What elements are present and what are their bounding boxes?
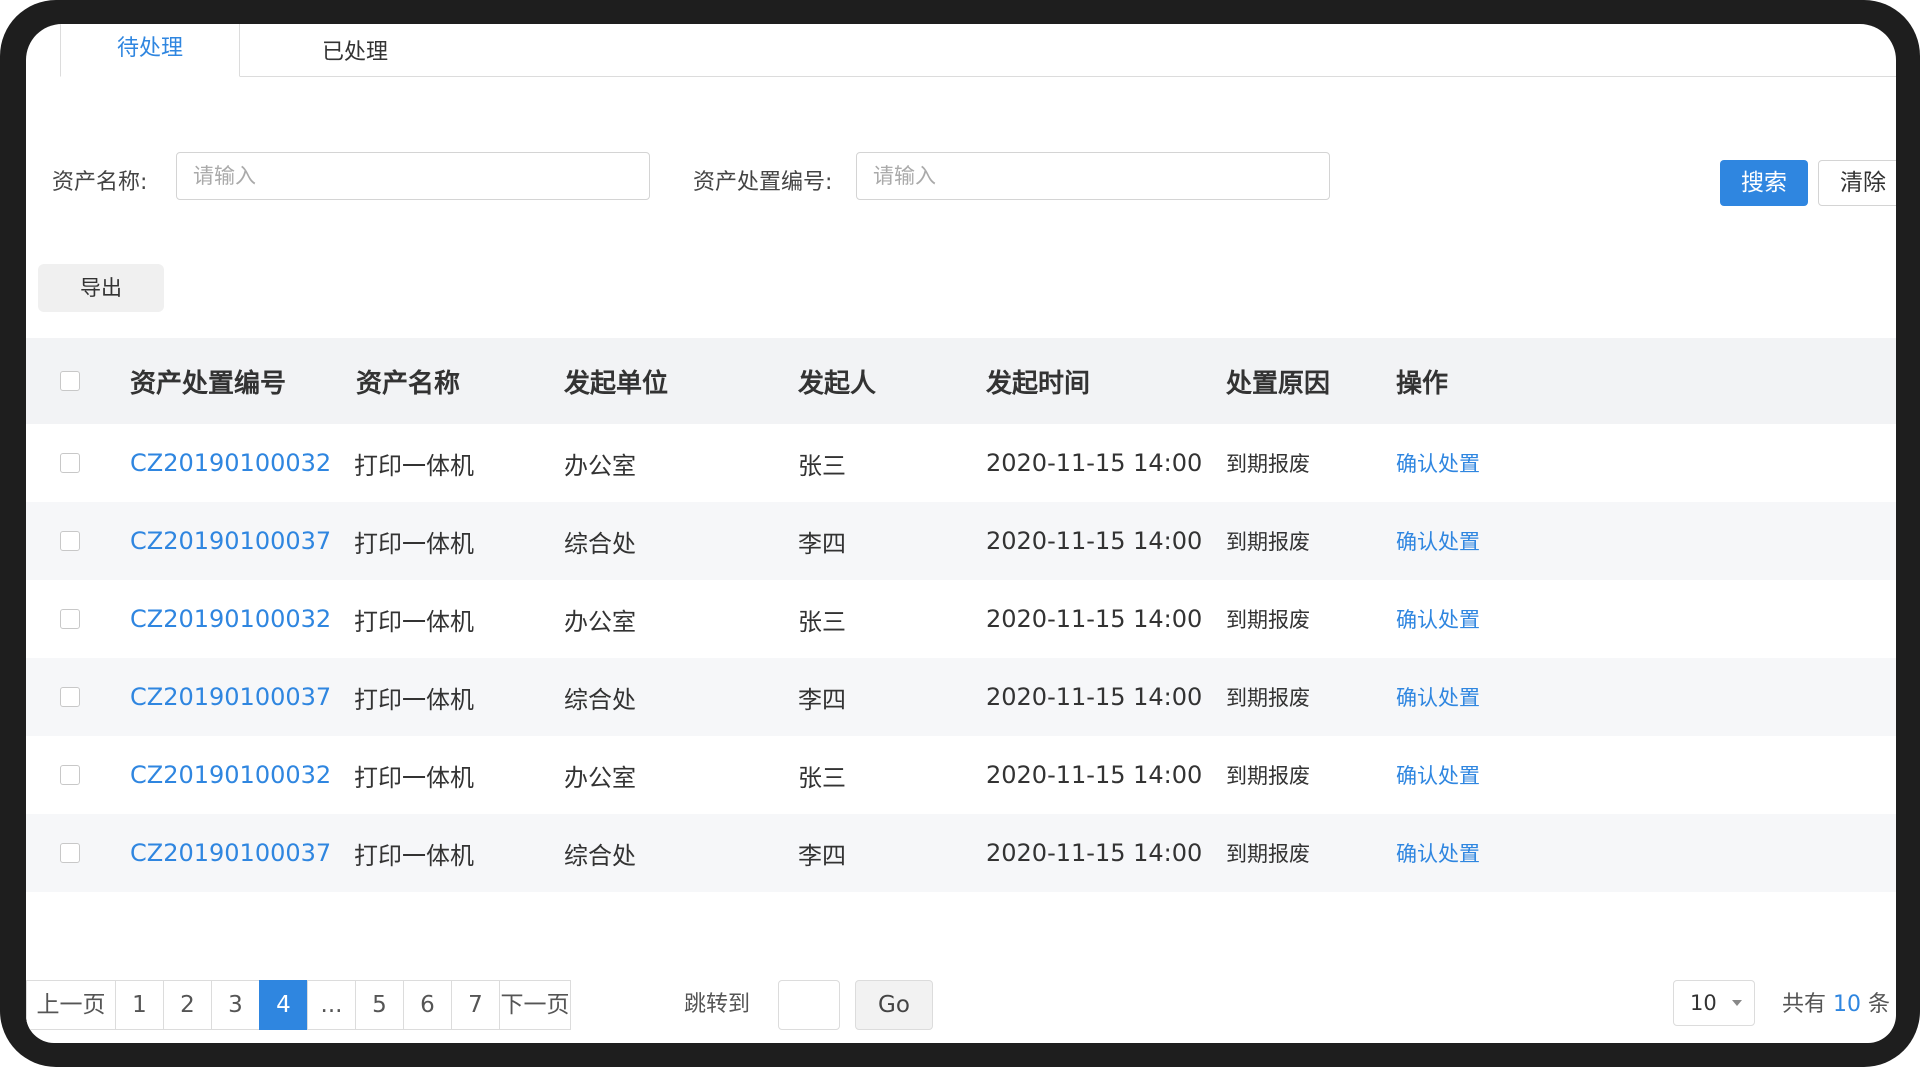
select-all-checkbox[interactable] [60,371,80,391]
unit-cell: 综合处 [564,841,636,870]
column-header-disposal-no: 资产处置编号 [130,368,287,399]
asset-name-cell: 打印一体机 [354,529,474,558]
asset-name-cell: 打印一体机 [354,841,474,870]
unit-cell: 办公室 [564,607,636,636]
table-row: CZ20190100032 打印一体机 办公室 张三 2020-11-15 14… [26,424,1896,502]
clear-button[interactable]: 清除 [1818,160,1896,206]
page-button[interactable]: 5 [355,980,404,1030]
table-row: CZ20190100037 打印一体机 综合处 李四 2020-11-15 14… [26,658,1896,736]
jump-label: 跳转到 [684,992,751,1017]
time-cell: 2020-11-15 14:00 [986,449,1203,477]
column-header-asset-name: 资产名称 [356,368,461,399]
disposal-no-input[interactable]: 请输入 [856,152,1330,200]
page-button-current[interactable]: 4 [259,980,308,1030]
reason-cell: 到期报废 [1226,842,1310,866]
disposal-no-link[interactable]: CZ20190100037 [130,658,331,736]
asset-name-cell: 打印一体机 [354,607,474,636]
total-number: 10 [1833,992,1862,1017]
column-header-unit: 发起单位 [564,368,669,399]
disposal-no-link[interactable]: CZ20190100032 [130,580,331,658]
next-page-button[interactable]: 下一页 [499,980,571,1030]
disposal-no-link[interactable]: CZ20190100032 [130,424,331,502]
initiator-cell: 张三 [798,763,846,792]
column-header-time: 发起时间 [986,368,1091,399]
unit-cell: 综合处 [564,529,636,558]
page-button[interactable]: 2 [163,980,212,1030]
asset-name-cell: 打印一体机 [354,763,474,792]
page-size-value: 10 [1690,991,1717,1015]
disposal-table: 资产处置编号 资产名称 发起单位 发起人 发起时间 处置原因 操作 CZ2019… [26,338,1896,892]
time-cell: 2020-11-15 14:00 [986,605,1203,633]
confirm-disposal-link[interactable]: 确认处置 [1396,424,1480,502]
go-button[interactable]: Go [855,980,933,1030]
asset-name-cell: 打印一体机 [354,451,474,480]
confirm-disposal-link[interactable]: 确认处置 [1396,580,1480,658]
search-button[interactable]: 搜索 [1720,160,1808,206]
export-button[interactable]: 导出 [38,264,164,312]
prev-page-button[interactable]: 上一页 [26,980,116,1030]
confirm-disposal-link[interactable]: 确认处置 [1396,814,1480,892]
asset-name-label: 资产名称: [52,170,148,195]
reason-cell: 到期报废 [1226,764,1310,788]
row-checkbox[interactable] [60,453,80,473]
tab-processed[interactable]: 已处理 [285,24,425,76]
time-cell: 2020-11-15 14:00 [986,761,1203,789]
device-frame: 待处理 已处理 资产名称: 请输入 资产处置编号: 请输入 搜索 清除 导出 资… [0,0,1920,1067]
row-checkbox[interactable] [60,531,80,551]
table-row: CZ20190100032 打印一体机 办公室 张三 2020-11-15 14… [26,580,1896,658]
time-cell: 2020-11-15 14:00 [986,683,1203,711]
disposal-no-link[interactable]: CZ20190100037 [130,502,331,580]
total-prefix: 共有 [1782,992,1827,1017]
reason-cell: 到期报废 [1226,686,1310,710]
confirm-disposal-link[interactable]: 确认处置 [1396,658,1480,736]
pagination: 上一页 1 2 3 4 ... 5 6 7 下一页 跳转到 Go 10 共有 1… [26,980,1896,1030]
row-checkbox[interactable] [60,687,80,707]
disposal-no-link[interactable]: CZ20190100032 [130,736,331,814]
unit-cell: 办公室 [564,763,636,792]
table-row: CZ20190100032 打印一体机 办公室 张三 2020-11-15 14… [26,736,1896,814]
asset-name-input[interactable]: 请输入 [176,152,650,200]
chevron-down-icon [1732,1000,1742,1006]
reason-cell: 到期报废 [1226,608,1310,632]
column-header-initiator: 发起人 [798,368,877,399]
initiator-cell: 李四 [798,529,846,558]
initiator-cell: 张三 [798,607,846,636]
confirm-disposal-link[interactable]: 确认处置 [1396,502,1480,580]
jump-page-input[interactable] [778,980,840,1030]
time-cell: 2020-11-15 14:00 [986,839,1203,867]
unit-cell: 办公室 [564,451,636,480]
disposal-no-link[interactable]: CZ20190100037 [130,814,331,892]
confirm-disposal-link[interactable]: 确认处置 [1396,736,1480,814]
reason-cell: 到期报废 [1226,452,1310,476]
column-header-reason: 处置原因 [1226,368,1331,399]
app-screen: 待处理 已处理 资产名称: 请输入 资产处置编号: 请输入 搜索 清除 导出 资… [26,24,1896,1043]
unit-cell: 综合处 [564,685,636,714]
column-header-action: 操作 [1396,368,1449,399]
page-button[interactable]: 3 [211,980,260,1030]
initiator-cell: 李四 [798,685,846,714]
row-checkbox[interactable] [60,843,80,863]
initiator-cell: 李四 [798,841,846,870]
table-row: CZ20190100037 打印一体机 综合处 李四 2020-11-15 14… [26,814,1896,892]
page-button[interactable]: 6 [403,980,452,1030]
time-cell: 2020-11-15 14:00 [986,527,1203,555]
disposal-no-label: 资产处置编号: [693,170,833,195]
row-checkbox[interactable] [60,609,80,629]
page-ellipsis[interactable]: ... [307,980,356,1030]
page-size-select[interactable]: 10 [1673,980,1755,1026]
row-checkbox[interactable] [60,765,80,785]
total-count: 共有 10 条 [1782,980,1890,1030]
tab-bar: 待处理 已处理 [60,24,1896,77]
total-suffix: 条 [1868,992,1891,1017]
table-row: CZ20190100037 打印一体机 综合处 李四 2020-11-15 14… [26,502,1896,580]
tab-pending[interactable]: 待处理 [60,24,240,77]
table-header: 资产处置编号 资产名称 发起单位 发起人 发起时间 处置原因 操作 [26,338,1896,424]
reason-cell: 到期报废 [1226,530,1310,554]
asset-name-cell: 打印一体机 [354,685,474,714]
page-button[interactable]: 1 [115,980,164,1030]
page-button[interactable]: 7 [451,980,500,1030]
initiator-cell: 张三 [798,451,846,480]
